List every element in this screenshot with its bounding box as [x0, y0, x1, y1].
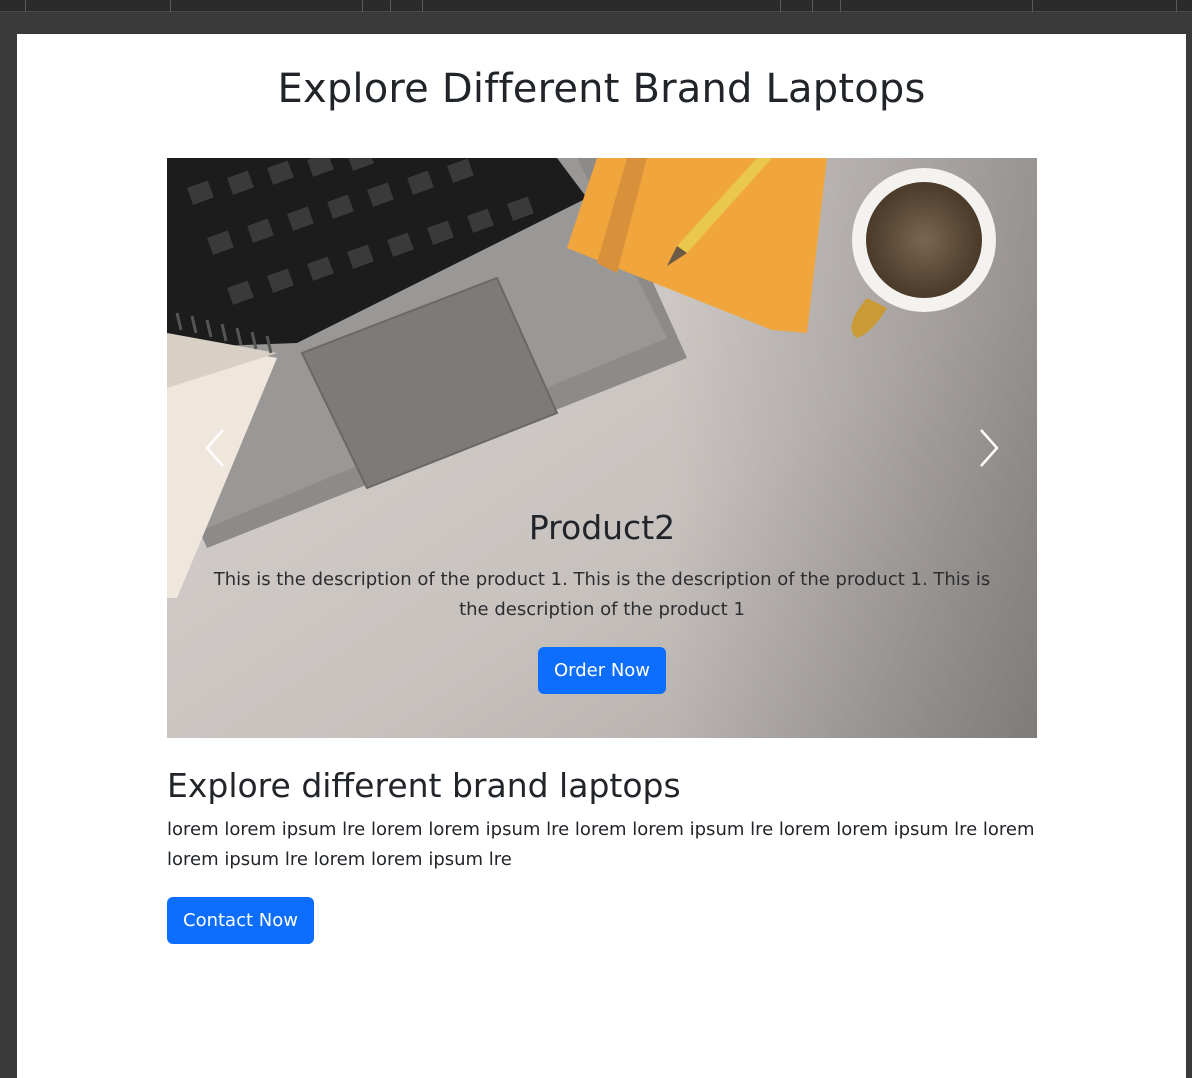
slide-description: This is the description of the product 1…	[213, 569, 991, 620]
web-page: Explore Different Brand Laptops Product2…	[17, 34, 1186, 1078]
carousel-prev-button[interactable]	[197, 420, 237, 476]
chevron-left-icon	[205, 429, 224, 467]
info-section: Explore different brand laptops lorem lo…	[167, 766, 1037, 944]
browser-top-bar	[0, 0, 1192, 12]
carousel-caption: Product2 This is the description of the …	[197, 508, 1007, 694]
section-title: Explore different brand laptops	[167, 766, 681, 805]
contact-now-button[interactable]: Contact Now	[167, 897, 314, 944]
order-now-button[interactable]: Order Now	[537, 647, 667, 694]
carousel-next-button[interactable]	[967, 420, 1007, 476]
page-title: Explore Different Brand Laptops	[277, 66, 926, 112]
chevron-right-icon	[980, 429, 999, 467]
section-text: lorem lorem ipsum lre lorem lorem ipsum …	[167, 819, 1035, 870]
product-carousel: Product2 This is the description of the …	[167, 158, 1037, 738]
slide-title: Product2	[528, 508, 676, 547]
